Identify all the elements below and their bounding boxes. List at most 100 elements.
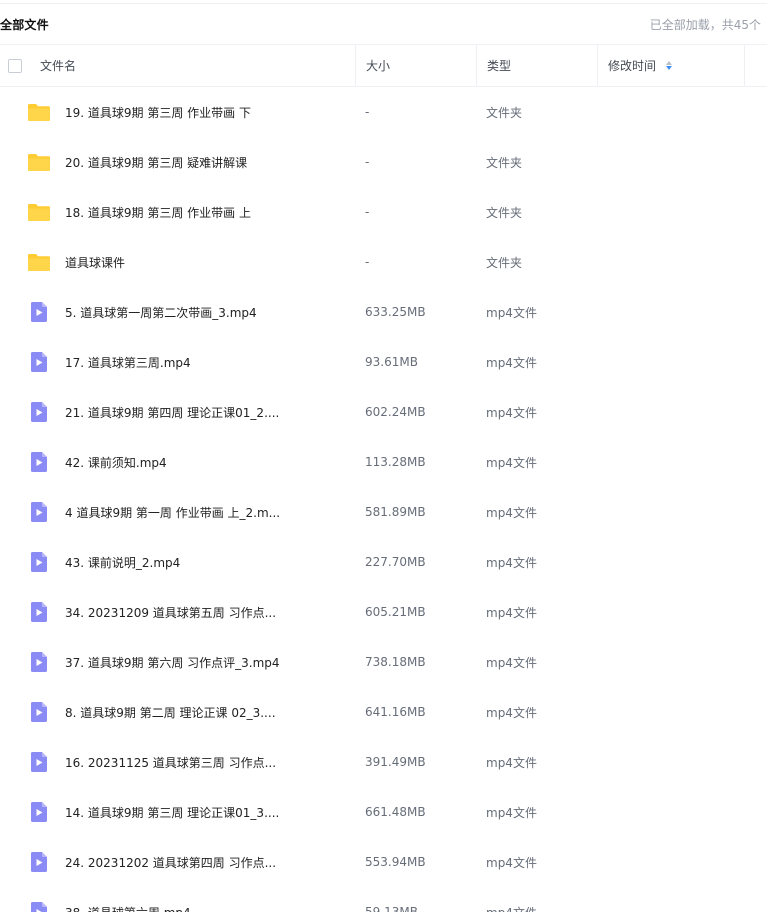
file-name-cell[interactable]: 34. 20231209 道具球第五周 习作点...	[0, 600, 355, 624]
column-size[interactable]: 大小	[355, 45, 476, 86]
file-name[interactable]: 4 道具球9期 第一周 作业带画 上_2.m...	[65, 504, 280, 521]
file-size: 391.49MB	[365, 755, 426, 769]
file-type: mp4文件	[486, 655, 537, 670]
folder-icon	[27, 150, 51, 174]
file-name[interactable]: 18. 道具球9期 第三周 作业带画 上	[65, 204, 251, 221]
video-file-icon	[27, 300, 51, 324]
file-type: mp4文件	[486, 555, 537, 570]
select-all-checkbox[interactable]	[8, 58, 22, 73]
file-row[interactable]: 42. 课前须知.mp4 113.28MB mp4文件	[0, 437, 767, 487]
file-type: 文件夹	[486, 155, 523, 170]
file-row[interactable]: 34. 20231209 道具球第五周 习作点... 605.21MB mp4文件	[0, 587, 767, 637]
column-name[interactable]: 文件名	[0, 45, 355, 86]
video-file-icon	[27, 450, 51, 474]
file-name[interactable]: 20. 道具球9期 第三周 疑难讲解课	[65, 154, 247, 171]
column-modified-label: 修改时间	[608, 59, 657, 73]
file-name-cell[interactable]: 14. 道具球9期 第三周 理论正课01_3....	[0, 800, 355, 824]
column-header-row: 文件名 大小 类型 修改时间	[0, 45, 767, 87]
file-browser: 全部文件 已全部加载，共45个 文件名 大小 类型 修改时间 19. 道具球9期…	[0, 0, 767, 912]
video-file-icon	[27, 850, 51, 874]
file-name-cell[interactable]: 5. 道具球第一周第二次带画_3.mp4	[0, 300, 355, 324]
column-size-label: 大小	[366, 59, 391, 73]
file-type: mp4文件	[486, 505, 537, 520]
file-name-cell[interactable]: 43. 课前说明_2.mp4	[0, 550, 355, 574]
file-name[interactable]: 19. 道具球9期 第三周 作业带画 下	[65, 104, 251, 121]
file-type: 文件夹	[486, 255, 523, 270]
file-name[interactable]: 42. 课前须知.mp4	[65, 454, 167, 471]
file-row[interactable]: 43. 课前说明_2.mp4 227.70MB mp4文件	[0, 537, 767, 587]
file-row[interactable]: 18. 道具球9期 第三周 作业带画 上 - 文件夹	[0, 187, 767, 237]
file-row[interactable]: 37. 道具球9期 第六周 习作点评_3.mp4 738.18MB mp4文件	[0, 637, 767, 687]
sort-icon[interactable]	[666, 61, 673, 70]
file-name-cell[interactable]: 24. 20231202 道具球第四周 习作点...	[0, 850, 355, 874]
file-type: 文件夹	[486, 205, 523, 220]
column-type[interactable]: 类型	[476, 45, 597, 86]
file-name-cell[interactable]: 37. 道具球9期 第六周 习作点评_3.mp4	[0, 650, 355, 674]
file-type: mp4文件	[486, 305, 537, 320]
file-name[interactable]: 道具球课件	[65, 254, 125, 271]
column-modified[interactable]: 修改时间	[597, 45, 744, 86]
file-name[interactable]: 34. 20231209 道具球第五周 习作点...	[65, 604, 276, 621]
file-size: 602.24MB	[365, 405, 426, 419]
file-name-cell[interactable]: 18. 道具球9期 第三周 作业带画 上	[0, 200, 355, 224]
file-name-cell[interactable]: 17. 道具球第三周.mp4	[0, 350, 355, 374]
file-size: 113.28MB	[365, 455, 426, 469]
file-size: 661.48MB	[365, 805, 426, 819]
file-row[interactable]: 38. 道具球第六周.mp4 59.13MB mp4文件	[0, 887, 767, 912]
file-size: 633.25MB	[365, 305, 426, 319]
file-row[interactable]: 24. 20231202 道具球第四周 习作点... 553.94MB mp4文件	[0, 837, 767, 887]
file-list-header: 全部文件 已全部加载，共45个	[0, 4, 767, 45]
file-name-cell[interactable]: 21. 道具球9期 第四周 理论正课01_2....	[0, 400, 355, 424]
video-file-icon	[27, 600, 51, 624]
file-row[interactable]: 8. 道具球9期 第二周 理论正课 02_3.... 641.16MB mp4文件	[0, 687, 767, 737]
file-row[interactable]: 19. 道具球9期 第三周 作业带画 下 - 文件夹	[0, 87, 767, 137]
file-row[interactable]: 道具球课件 - 文件夹	[0, 237, 767, 287]
video-file-icon	[27, 700, 51, 724]
file-size: -	[365, 255, 370, 269]
column-type-label: 类型	[487, 59, 512, 73]
file-name-cell[interactable]: 4 道具球9期 第一周 作业带画 上_2.m...	[0, 500, 355, 524]
file-size: 227.70MB	[365, 555, 426, 569]
file-name-cell[interactable]: 16. 20231125 道具球第三周 习作点...	[0, 750, 355, 774]
file-row[interactable]: 16. 20231125 道具球第三周 习作点... 391.49MB mp4文件	[0, 737, 767, 787]
video-file-icon	[27, 550, 51, 574]
file-name[interactable]: 8. 道具球9期 第二周 理论正课 02_3....	[65, 704, 276, 721]
file-row[interactable]: 21. 道具球9期 第四周 理论正课01_2.... 602.24MB mp4文件	[0, 387, 767, 437]
file-name[interactable]: 5. 道具球第一周第二次带画_3.mp4	[65, 304, 257, 321]
file-size: -	[365, 155, 370, 169]
folder-icon	[27, 200, 51, 224]
video-file-icon	[27, 350, 51, 374]
file-list: 19. 道具球9期 第三周 作业带画 下 - 文件夹 20. 道具球9期 第三周 疑难…	[0, 87, 767, 912]
video-file-icon	[27, 650, 51, 674]
file-name-cell[interactable]: 38. 道具球第六周.mp4	[0, 900, 355, 912]
file-name[interactable]: 21. 道具球9期 第四周 理论正课01_2....	[65, 404, 279, 421]
file-row[interactable]: 20. 道具球9期 第三周 疑难讲解课 - 文件夹	[0, 137, 767, 187]
folder-icon	[27, 250, 51, 274]
file-name[interactable]: 43. 课前说明_2.mp4	[65, 554, 180, 571]
file-name-cell[interactable]: 19. 道具球9期 第三周 作业带画 下	[0, 100, 355, 124]
file-name[interactable]: 16. 20231125 道具球第三周 习作点...	[65, 754, 276, 771]
file-name[interactable]: 14. 道具球9期 第三周 理论正课01_3....	[65, 804, 279, 821]
file-name-cell[interactable]: 20. 道具球9期 第三周 疑难讲解课	[0, 150, 355, 174]
file-name[interactable]: 24. 20231202 道具球第四周 习作点...	[65, 854, 276, 871]
file-type: mp4文件	[486, 805, 537, 820]
file-type: mp4文件	[486, 355, 537, 370]
file-row[interactable]: 5. 道具球第一周第二次带画_3.mp4 633.25MB mp4文件	[0, 287, 767, 337]
file-name-cell[interactable]: 8. 道具球9期 第二周 理论正课 02_3....	[0, 700, 355, 724]
file-name-cell[interactable]: 道具球课件	[0, 250, 355, 274]
file-type: mp4文件	[486, 755, 537, 770]
column-name-label: 文件名	[40, 59, 77, 73]
file-row[interactable]: 4 道具球9期 第一周 作业带画 上_2.m... 581.89MB mp4文件	[0, 487, 767, 537]
load-status: 已全部加载，共45个	[649, 17, 761, 32]
file-name[interactable]: 17. 道具球第三周.mp4	[65, 354, 191, 371]
file-row[interactable]: 17. 道具球第三周.mp4 93.61MB mp4文件	[0, 337, 767, 387]
file-size: 605.21MB	[365, 605, 426, 619]
file-size: 59.13MB	[365, 905, 418, 912]
file-type: 文件夹	[486, 105, 523, 120]
file-name-cell[interactable]: 42. 课前须知.mp4	[0, 450, 355, 474]
file-name[interactable]: 38. 道具球第六周.mp4	[65, 904, 191, 912]
file-size: -	[365, 105, 370, 119]
file-name[interactable]: 37. 道具球9期 第六周 习作点评_3.mp4	[65, 654, 280, 671]
file-type: mp4文件	[486, 705, 537, 720]
file-row[interactable]: 14. 道具球9期 第三周 理论正课01_3.... 661.48MB mp4文件	[0, 787, 767, 837]
